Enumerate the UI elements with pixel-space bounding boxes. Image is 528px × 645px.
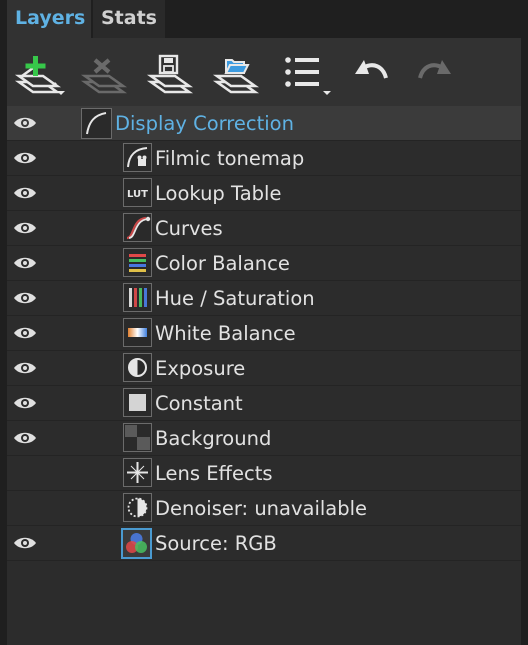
layer-list-empty-area <box>7 563 521 645</box>
save-layers-button[interactable] <box>145 48 199 98</box>
visibility-eye-icon[interactable] <box>13 185 37 201</box>
list-options-icon <box>285 57 331 95</box>
layer-row-lens-effects[interactable]: Lens Effects <box>7 456 521 491</box>
undo-button[interactable] <box>343 48 397 98</box>
lut-icon: LUT <box>123 178 152 207</box>
layer-row-lookup-table[interactable]: LUT Lookup Table <box>7 176 521 211</box>
layer-row-color-balance[interactable]: Color Balance <box>7 246 521 281</box>
remove-layer-icon <box>80 58 128 94</box>
layer-row-white-balance[interactable]: White Balance <box>7 316 521 351</box>
add-layer-icon <box>14 56 65 95</box>
open-layers-icon <box>212 59 260 94</box>
display-correction-icon <box>81 108 112 139</box>
layer-label: Lookup Table <box>155 182 282 205</box>
layer-row-constant[interactable]: Constant <box>7 386 521 421</box>
layers-toolbar <box>7 38 521 106</box>
layer-label: Hue / Saturation <box>155 287 315 310</box>
list-options-button[interactable] <box>277 48 331 98</box>
color-balance-icon <box>123 248 152 277</box>
layer-label: Background <box>155 427 272 450</box>
layer-row-source-rgb[interactable]: Source: RGB <box>7 526 521 561</box>
source-rgb-icon <box>121 528 152 559</box>
denoiser-icon <box>123 493 152 522</box>
layer-label: White Balance <box>155 322 296 345</box>
layer-row-curves[interactable]: Curves <box>7 211 521 246</box>
visibility-eye-icon[interactable] <box>13 255 37 271</box>
visibility-eye-icon[interactable] <box>13 115 37 131</box>
open-layers-button[interactable] <box>211 48 265 98</box>
constant-icon <box>123 388 152 417</box>
layer-row-hue-saturation[interactable]: Hue / Saturation <box>7 281 521 316</box>
exposure-icon <box>123 353 152 382</box>
visibility-eye-icon[interactable] <box>13 535 37 551</box>
undo-icon <box>355 60 388 79</box>
redo-icon <box>418 60 451 79</box>
add-layer-button[interactable] <box>13 48 67 98</box>
tab-layers[interactable]: Layers <box>7 0 91 38</box>
visibility-eye-icon[interactable] <box>13 220 37 236</box>
visibility-eye-icon[interactable] <box>13 325 37 341</box>
layer-label: Display Correction <box>115 112 294 135</box>
layer-list: Display Correction Filmic tonemap LUT Lo… <box>7 106 521 563</box>
layer-row-filmic-tonemap[interactable]: Filmic tonemap <box>7 141 521 176</box>
lut-icon-text: LUT <box>127 189 148 200</box>
white-balance-icon <box>123 318 152 347</box>
layer-label: Filmic tonemap <box>155 147 305 170</box>
layer-row-denoiser[interactable]: Denoiser: unavailable <box>7 491 521 526</box>
save-layers-icon <box>146 54 194 94</box>
curves-icon <box>123 213 152 242</box>
visibility-eye-icon[interactable] <box>13 430 37 446</box>
layer-label: Exposure <box>155 357 246 380</box>
tab-stats[interactable]: Stats <box>93 0 165 38</box>
layer-label: Lens Effects <box>155 462 273 485</box>
redo-button[interactable] <box>409 48 463 98</box>
filmic-tonemap-icon <box>123 143 152 172</box>
hue-saturation-icon <box>123 283 152 312</box>
layer-label: Source: RGB <box>155 532 277 555</box>
layer-label: Color Balance <box>155 252 290 275</box>
layer-label: Constant <box>155 392 243 415</box>
visibility-eye-icon[interactable] <box>13 290 37 306</box>
layer-label: Denoiser: unavailable <box>155 497 368 520</box>
background-icon <box>123 423 152 452</box>
layer-row-background[interactable]: Background <box>7 421 521 456</box>
visibility-eye-icon[interactable] <box>13 395 37 411</box>
visibility-eye-icon[interactable] <box>13 150 37 166</box>
lens-effects-icon <box>123 458 152 487</box>
layer-row-display-correction[interactable]: Display Correction <box>7 106 521 141</box>
remove-layer-button[interactable] <box>79 48 133 98</box>
visibility-eye-icon[interactable] <box>13 360 37 376</box>
layer-row-exposure[interactable]: Exposure <box>7 351 521 386</box>
layer-label: Curves <box>155 217 223 240</box>
tab-bar: Layers Stats <box>0 0 528 38</box>
